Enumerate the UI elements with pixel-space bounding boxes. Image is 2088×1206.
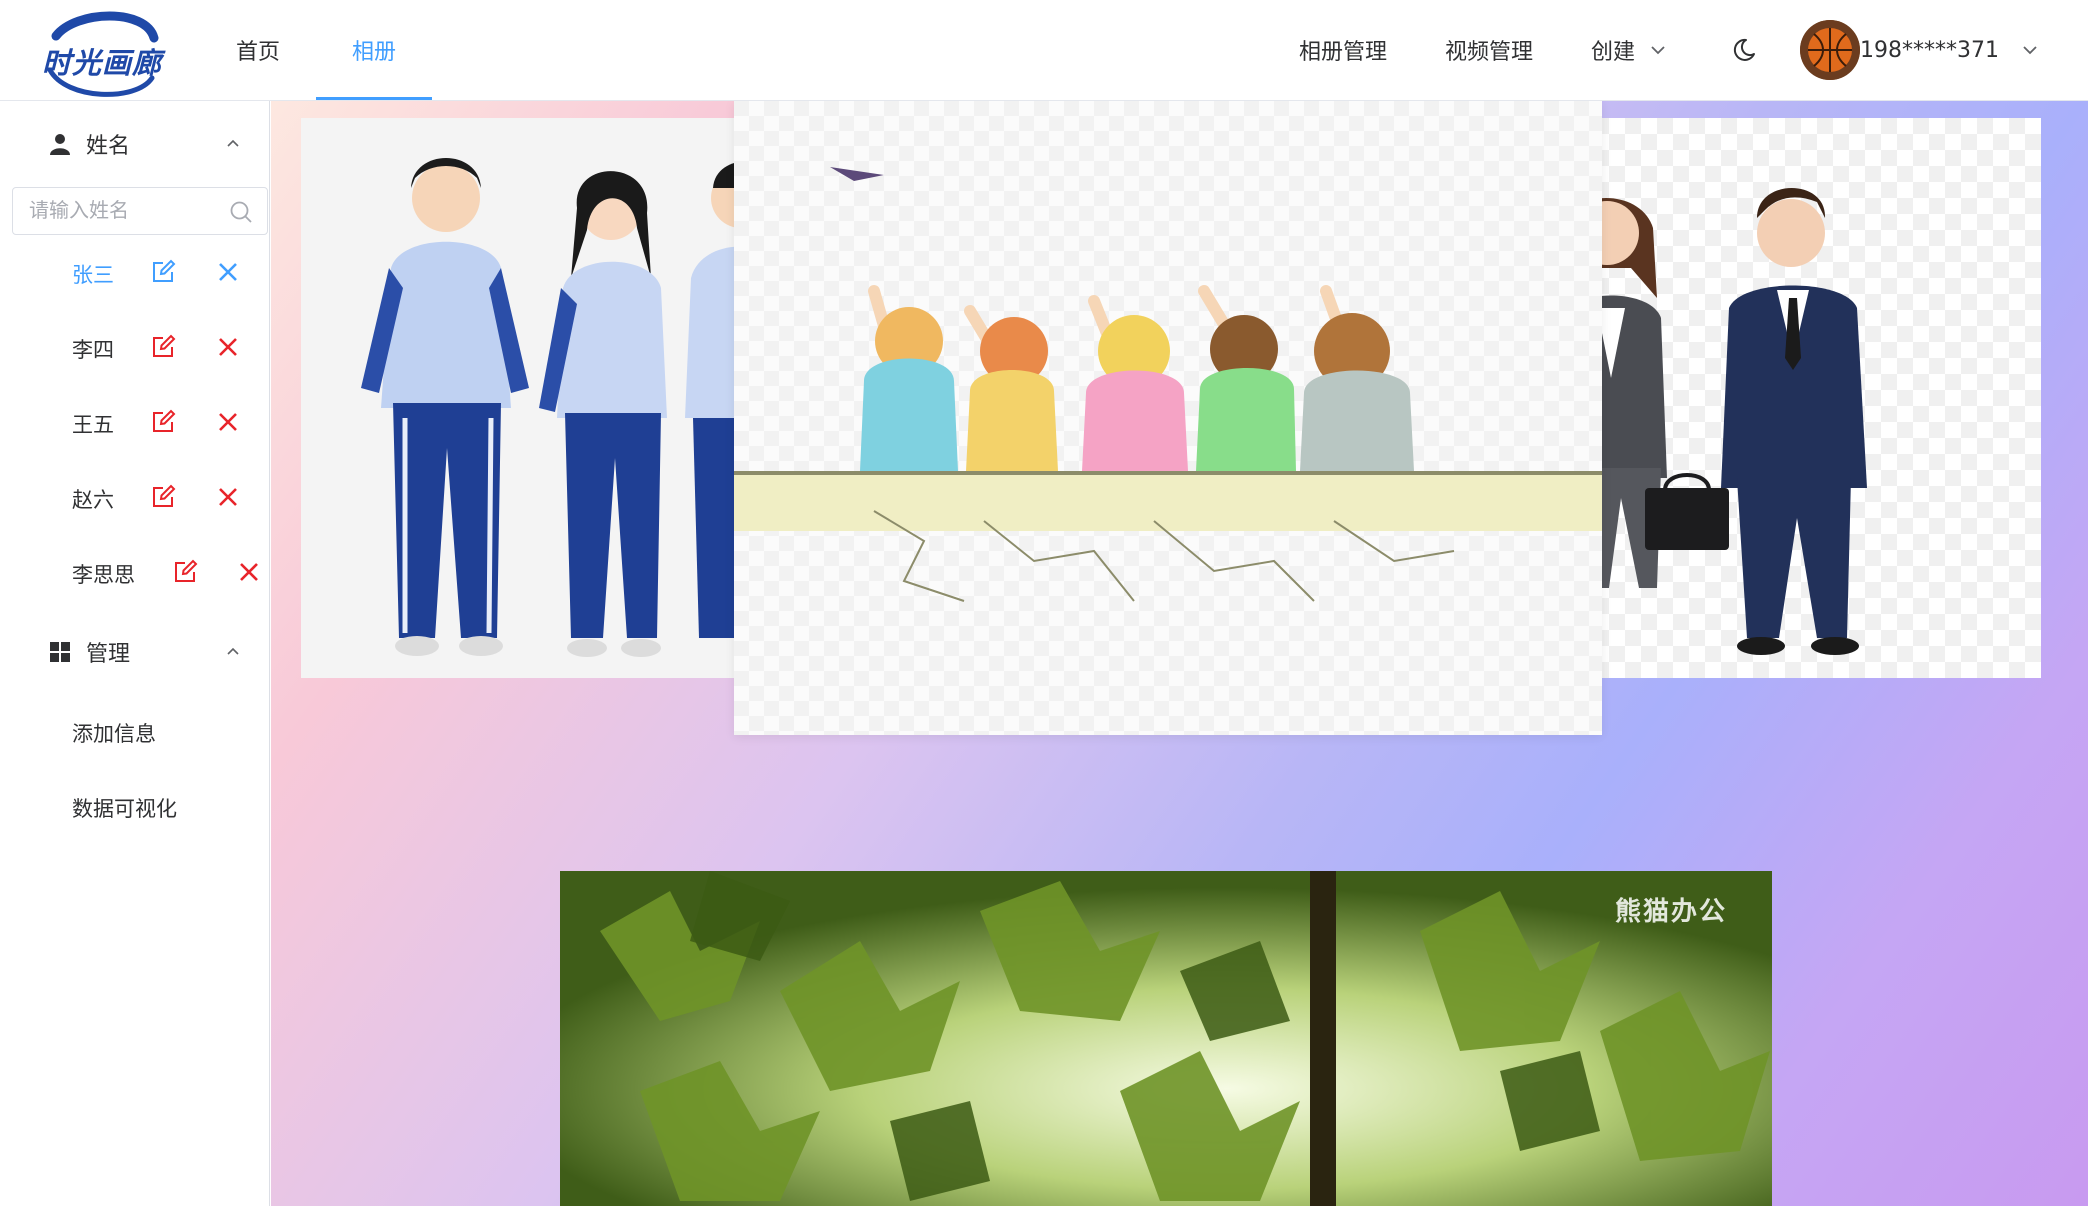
nav-create-label: 创建 xyxy=(1591,40,1636,65)
children-sitting-on-wall-image[interactable] xyxy=(734,101,1602,735)
name-search-input[interactable] xyxy=(13,188,213,232)
chevron-down-icon xyxy=(2023,46,2037,55)
nav-video-manage[interactable]: 视频管理 xyxy=(1416,0,1562,100)
search-icon[interactable] xyxy=(229,200,253,224)
manage-section-title: 管理 xyxy=(86,642,131,667)
chevron-down-icon xyxy=(1651,46,1665,55)
person-item[interactable]: 王五 xyxy=(12,395,270,451)
edit-icon[interactable] xyxy=(150,484,176,510)
gallery-area: 熊猫办公 xyxy=(271,101,2088,1206)
children-illustration xyxy=(734,101,1602,735)
menu-add-info[interactable]: 添加信息 xyxy=(12,705,270,761)
person-item[interactable]: 李思思 xyxy=(12,545,270,601)
names-section-header[interactable]: 姓名 xyxy=(12,109,270,179)
right-nav: 相册管理 视频管理 创建 198*****371 xyxy=(1270,0,2039,100)
person-item[interactable]: 赵六 xyxy=(12,470,270,526)
students-illustration xyxy=(301,118,771,678)
moon-icon xyxy=(1733,38,1756,61)
leaves-illustration xyxy=(560,871,1772,1206)
close-icon[interactable] xyxy=(216,335,240,359)
logo[interactable]: 时光画廊 xyxy=(36,8,166,98)
manage-section-header[interactable]: 管理 xyxy=(12,617,270,687)
logo-text: 时光画廊 xyxy=(42,46,163,80)
edit-icon[interactable] xyxy=(150,259,176,285)
nav-album-manage[interactable]: 相册管理 xyxy=(1270,0,1416,100)
person-name: 赵六 xyxy=(72,488,114,512)
names-section-title: 姓名 xyxy=(86,134,131,159)
dark-mode-toggle[interactable] xyxy=(1704,0,1784,100)
close-icon[interactable] xyxy=(237,560,261,584)
green-leaves-image[interactable]: 熊猫办公 xyxy=(560,871,1772,1206)
students-in-tracksuits-image[interactable] xyxy=(301,118,771,678)
nav-create-dropdown[interactable]: 创建 xyxy=(1562,0,1696,100)
business-people-illustration xyxy=(1561,118,2041,678)
user-menu[interactable]: 198*****371 xyxy=(1800,0,2039,100)
person-name: 张三 xyxy=(72,263,114,287)
edit-icon[interactable] xyxy=(150,334,176,360)
nav-home[interactable]: 首页 xyxy=(200,0,316,100)
close-icon[interactable] xyxy=(216,260,240,284)
grid-icon xyxy=(50,642,70,662)
sidebar: 姓名 张三 李四 王五 xyxy=(12,101,270,1206)
person-name: 李四 xyxy=(72,338,114,362)
name-search xyxy=(12,187,268,235)
main-nav: 首页 相册 xyxy=(200,0,433,100)
user-name: 198*****371 xyxy=(1860,37,2000,63)
nav-album[interactable]: 相册 xyxy=(316,0,433,100)
chevron-up-icon xyxy=(227,647,239,655)
watermark-text: 熊猫办公 xyxy=(1615,897,1728,927)
edit-icon[interactable] xyxy=(150,409,176,435)
menu-data-visualization[interactable]: 数据可视化 xyxy=(12,780,270,836)
avatar xyxy=(1800,20,1861,80)
person-item[interactable]: 李四 xyxy=(12,320,270,376)
close-icon[interactable] xyxy=(216,410,240,434)
basketball-avatar-icon xyxy=(1800,20,1861,80)
chevron-up-icon xyxy=(227,139,239,147)
person-name: 王五 xyxy=(72,413,114,437)
top-header: 时光画廊 首页 相册 相册管理 视频管理 创建 198*****371 xyxy=(0,0,2088,101)
business-people-image[interactable] xyxy=(1561,118,2041,678)
person-name: 李思思 xyxy=(72,563,135,587)
user-icon xyxy=(50,134,70,155)
person-item[interactable]: 张三 xyxy=(12,245,270,301)
close-icon[interactable] xyxy=(216,485,240,509)
edit-icon[interactable] xyxy=(172,559,198,585)
